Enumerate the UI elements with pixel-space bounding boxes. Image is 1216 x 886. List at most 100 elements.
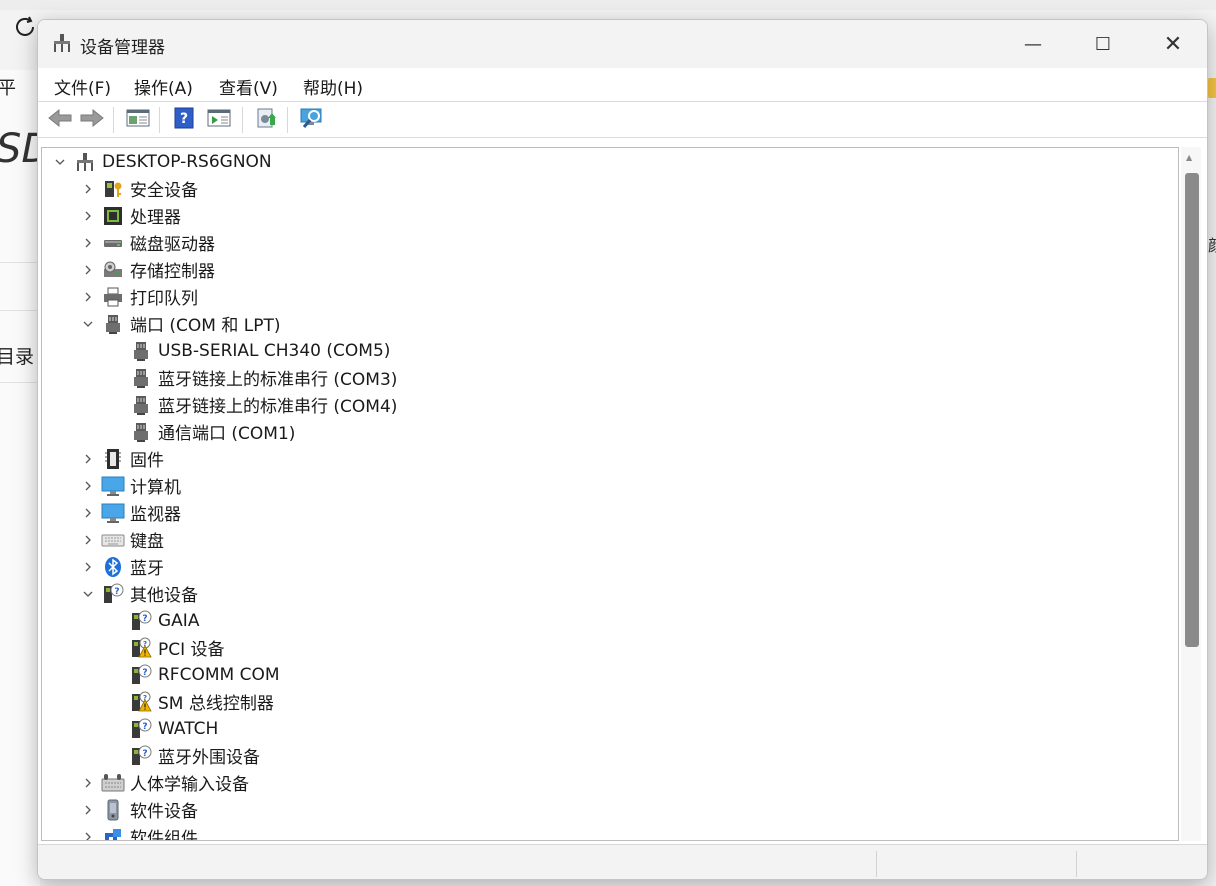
- tree-device[interactable]: USB-SERIAL CH340 (COM5): [104, 337, 390, 364]
- chevron-right-icon[interactable]: [76, 283, 100, 310]
- port-icon: [100, 310, 126, 337]
- tree-device[interactable]: 通信端口 (COM1): [104, 418, 295, 445]
- chevron-right-icon[interactable]: [76, 526, 100, 553]
- chevron-right-icon[interactable]: [76, 499, 100, 526]
- properties-button[interactable]: [124, 107, 152, 133]
- tree-category[interactable]: ? 其他设备: [76, 580, 198, 607]
- chevron-right-icon[interactable]: [76, 202, 100, 229]
- tree-device[interactable]: ? RFCOMM COM: [104, 661, 280, 688]
- chevron-right-icon[interactable]: [76, 472, 100, 499]
- tree-category[interactable]: 软件设备: [76, 796, 198, 823]
- background-divider: [0, 310, 40, 311]
- chevron-right-icon[interactable]: [76, 175, 100, 202]
- chevron-down-icon[interactable]: [48, 148, 72, 175]
- tree-category[interactable]: 处理器: [76, 202, 181, 229]
- svg-text:?: ?: [142, 722, 147, 732]
- tree-item-label: 键盘: [130, 532, 164, 552]
- menu-file[interactable]: 文件(F): [54, 74, 111, 99]
- background-app-topbar: [0, 0, 1216, 10]
- keyboard-icon: [100, 526, 126, 553]
- tree-category[interactable]: 打印队列: [76, 283, 198, 310]
- tree-device[interactable]: ? 蓝牙外围设备: [104, 742, 260, 769]
- storage-controller-icon: [100, 256, 126, 283]
- tree-category[interactable]: 磁盘驱动器: [76, 229, 215, 256]
- tree-category[interactable]: 监视器: [76, 499, 181, 526]
- scroll-up-icon[interactable]: ▲: [1186, 153, 1192, 162]
- chevron-right-icon[interactable]: [76, 553, 100, 580]
- background-fragment-text: 平: [0, 78, 16, 99]
- chevron-right-icon[interactable]: [76, 796, 100, 823]
- monitor-icon: [100, 499, 126, 526]
- tree-category[interactable]: 计算机: [76, 472, 181, 499]
- hid-icon: [100, 769, 126, 796]
- menu-view[interactable]: 查看(V): [219, 74, 278, 99]
- unknown-device-icon: ?: [128, 661, 154, 688]
- minimize-icon: —: [1024, 33, 1042, 55]
- toolbar-separator: [242, 107, 243, 133]
- tree-device[interactable]: ? GAIA: [104, 607, 199, 634]
- menu-bar: 文件(F) 操作(A) 查看(V) 帮助(H): [38, 68, 1207, 102]
- port-icon: [128, 418, 154, 445]
- close-icon: ✕: [1163, 31, 1183, 57]
- tree-item-label: 软件设备: [130, 802, 198, 822]
- refresh-icon[interactable]: [12, 14, 38, 47]
- help-button[interactable]: ?: [170, 107, 198, 133]
- tree-item-label: 处理器: [130, 208, 181, 228]
- tree-category[interactable]: 安全设备: [76, 175, 198, 202]
- tree-category[interactable]: 键盘: [76, 526, 164, 553]
- menu-help[interactable]: 帮助(H): [303, 74, 363, 99]
- security-device-icon: [100, 175, 126, 202]
- unknown-device-icon: ?: [128, 742, 154, 769]
- chevron-down-icon[interactable]: [76, 580, 100, 607]
- svg-text:?: ?: [142, 668, 147, 678]
- unknown-device-icon: ?: [128, 607, 154, 634]
- tree-item-label: WATCH: [158, 718, 219, 739]
- update-driver-icon: [254, 107, 278, 133]
- window-title: 设备管理器: [80, 38, 165, 58]
- device-manager-app-icon: [52, 33, 72, 53]
- chevron-right-icon[interactable]: [76, 823, 100, 840]
- background-fragment-badge: [1208, 78, 1216, 98]
- minimize-button[interactable]: —: [998, 20, 1068, 68]
- tree-device[interactable]: 蓝牙链接上的标准串行 (COM3): [104, 364, 397, 391]
- title-bar[interactable]: 设备管理器 — ☐ ✕: [38, 20, 1207, 68]
- unknown-device-icon: ?: [100, 580, 126, 607]
- status-separator: [876, 851, 877, 877]
- update-driver-button[interactable]: [252, 107, 280, 133]
- tree-device[interactable]: 蓝牙链接上的标准串行 (COM4): [104, 391, 397, 418]
- computer-tree-icon: [72, 148, 98, 175]
- forward-button[interactable]: [78, 107, 106, 133]
- toolbar-separator: [159, 107, 160, 133]
- tree-root[interactable]: DESKTOP-RS6GNON: [48, 148, 272, 175]
- tree-device[interactable]: ? SM 总线控制器: [104, 688, 274, 715]
- device-tree[interactable]: DESKTOP-RS6GNON 安全设备处理器 磁盘驱动器 存储控制器 打印队列 端口 …: [41, 147, 1179, 841]
- tree-category[interactable]: 人体学输入设备: [76, 769, 249, 796]
- scrollbar-thumb[interactable]: [1185, 173, 1199, 647]
- maximize-button[interactable]: ☐: [1068, 20, 1138, 68]
- back-button[interactable]: [46, 107, 74, 133]
- run-button[interactable]: [205, 107, 233, 133]
- tree-device[interactable]: ? PCI 设备: [104, 634, 225, 661]
- tree-item-label: 蓝牙外围设备: [158, 748, 260, 768]
- chevron-right-icon[interactable]: [76, 445, 100, 472]
- run-icon: [207, 108, 231, 132]
- vertical-scrollbar[interactable]: ▲: [1181, 147, 1201, 841]
- chevron-right-icon[interactable]: [76, 769, 100, 796]
- tree-category[interactable]: 软件组件: [76, 823, 198, 840]
- computer-icon: [100, 472, 126, 499]
- tree-item-label: 蓝牙: [130, 559, 164, 579]
- tree-category[interactable]: 端口 (COM 和 LPT): [76, 310, 281, 337]
- tree-device[interactable]: ? WATCH: [104, 715, 218, 742]
- tree-category[interactable]: 固件: [76, 445, 164, 472]
- scan-hardware-button[interactable]: [298, 107, 326, 133]
- menu-action[interactable]: 操作(A): [134, 74, 193, 99]
- chevron-down-icon[interactable]: [76, 310, 100, 337]
- chevron-right-icon[interactable]: [76, 229, 100, 256]
- chevron-right-icon[interactable]: [76, 256, 100, 283]
- tree-category[interactable]: 存储控制器: [76, 256, 215, 283]
- tree-category[interactable]: 蓝牙: [76, 553, 164, 580]
- close-button[interactable]: ✕: [1138, 20, 1207, 68]
